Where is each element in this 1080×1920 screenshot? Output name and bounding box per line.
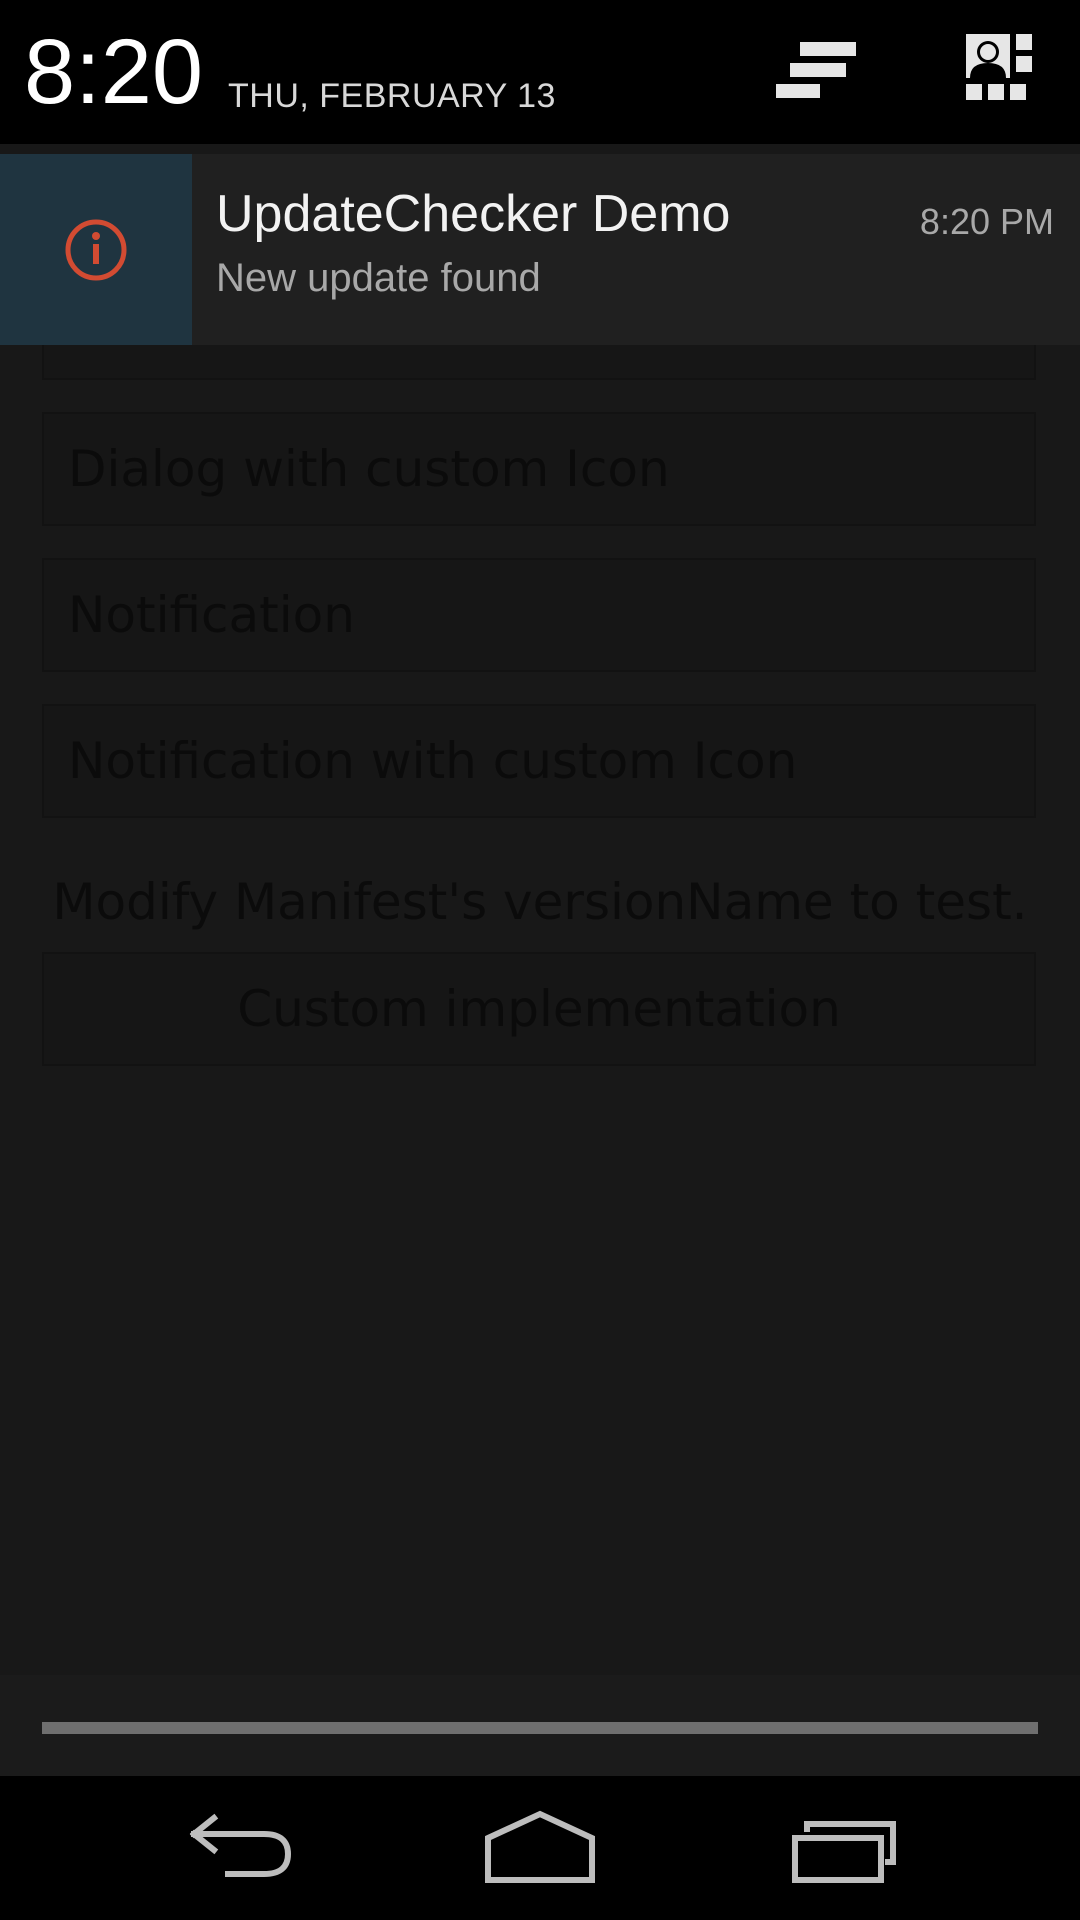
info-icon xyxy=(65,219,127,281)
shade-handle[interactable] xyxy=(0,1675,1080,1776)
notification-card[interactable]: UpdateChecker Demo New update found 8:20… xyxy=(0,154,1080,345)
home-icon xyxy=(485,1810,595,1883)
clear-all-icon xyxy=(776,42,856,98)
shade-handle-bar[interactable] xyxy=(42,1722,1038,1734)
navigation-bar xyxy=(0,1776,1080,1920)
notification-icon-area xyxy=(0,154,192,345)
shade-header: 8:20 THU, FEBRUARY 13 xyxy=(0,0,1080,144)
custom-implementation-button: Custom implementation xyxy=(42,952,1036,1066)
notification-label: Notification xyxy=(68,586,355,644)
home-button[interactable] xyxy=(470,1798,610,1898)
notification-time: 8:20 PM xyxy=(919,201,1054,242)
date[interactable]: THU, FEBRUARY 13 xyxy=(228,74,556,118)
back-icon xyxy=(189,1813,292,1877)
notification-button: Notification xyxy=(42,558,1036,672)
back-button[interactable] xyxy=(170,1798,310,1898)
dialog-custom-icon-label: Dialog with custom Icon xyxy=(68,440,670,498)
version-hint: Modify Manifest's versionName to test. xyxy=(52,873,1028,931)
quick-settings-button[interactable] xyxy=(956,30,1052,114)
custom-implementation-label: Custom implementation xyxy=(237,980,841,1038)
notification-custom-icon-label: Notification with custom Icon xyxy=(68,732,798,790)
notification-custom-icon-button: Notification with custom Icon xyxy=(42,704,1036,818)
recents-icon xyxy=(792,1821,896,1883)
notification-title: UpdateChecker Demo xyxy=(216,185,731,243)
quick-settings-icon xyxy=(966,34,1034,100)
dialog-custom-icon-button: Dialog with custom Icon xyxy=(42,412,1036,526)
recents-button[interactable] xyxy=(775,1798,915,1898)
clock[interactable]: 8:20 xyxy=(24,22,203,122)
clear-all-button[interactable] xyxy=(770,30,866,114)
notification-text: New update found xyxy=(216,256,541,300)
